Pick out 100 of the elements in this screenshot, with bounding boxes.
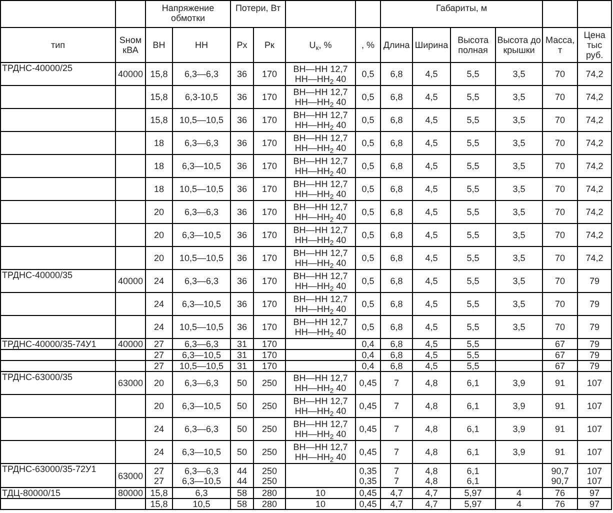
table-cell: 70	[542, 246, 578, 270]
table-cell: 4,5	[412, 154, 451, 178]
cell-text: ВН—НН 12,7	[292, 442, 349, 452]
table-cell: 67	[542, 350, 578, 360]
table-cell: 70	[542, 62, 578, 86]
cell-text: ВН—НН 12,7	[292, 156, 349, 166]
table-cell: 5,5	[450, 338, 496, 350]
table-cell: 6,3—6,3	[172, 418, 231, 440]
table-cell: 6,8	[380, 86, 413, 108]
table-cell: 6,8	[380, 178, 413, 200]
table-cell: 5,97	[450, 488, 496, 498]
table-cell: 6,3—6,3	[172, 372, 231, 394]
table-cell: 3,9	[496, 418, 543, 440]
table-cell: 4,5	[412, 270, 451, 292]
table-cell: 36	[230, 270, 254, 292]
table-cell: 97	[578, 488, 612, 498]
table-cell: 40000	[116, 270, 146, 292]
table-cell: 5,5	[450, 200, 496, 224]
table-cell: 3,5	[496, 108, 543, 132]
cell-text: 90,7	[550, 466, 570, 476]
cell-text: 4,8	[424, 466, 439, 476]
cell-text: НН—НН$_{2}$ 40	[294, 327, 348, 337]
cell-text: НН—НН$_{2}$ 40	[294, 189, 348, 199]
table-cell: 24	[146, 270, 172, 292]
table-cell: 74,2	[578, 108, 612, 132]
table-cell: 0,5	[356, 200, 381, 224]
table-cell: 6,3—6,3	[172, 338, 231, 350]
table-cell: 70	[542, 292, 578, 316]
table-cell: 170	[254, 132, 286, 154]
cell-text: 44	[236, 466, 248, 476]
cell-text: НН—НН$_{2}$ 40	[294, 258, 348, 268]
table-cell: 50	[230, 372, 254, 394]
table-cell: 4,7	[412, 498, 451, 510]
table-cell: 6,8	[380, 316, 413, 338]
table-cell: 250	[254, 440, 286, 464]
column-header: ВН	[146, 28, 172, 62]
table-cell: 10,5—10,5	[172, 316, 231, 338]
cell-text: НН—НН$_{2}$ 40	[294, 166, 348, 176]
table-cell: 3,9	[496, 440, 543, 464]
table-cell: 70	[542, 200, 578, 224]
table-cell: 170	[254, 62, 286, 86]
table-cell: 10,5—10,5	[172, 178, 231, 200]
table-cell: 4,7	[412, 488, 451, 498]
table-cell: 6,3—10,5	[172, 154, 231, 178]
table-cell: 3,9	[496, 372, 543, 394]
table-cell: 4,8	[412, 372, 451, 394]
table-cell: 20	[146, 200, 172, 224]
table-cell: 36	[230, 292, 254, 316]
cell-text: 6,1	[466, 466, 480, 476]
table-cell: 0,45	[356, 488, 381, 498]
table-cell: 6,3—10,5	[172, 440, 231, 464]
table-cell: 74,2	[578, 224, 612, 246]
column-header: Масса, т	[542, 28, 578, 62]
table-cell: 24	[146, 316, 172, 338]
table-cell: 20	[146, 372, 172, 394]
table-cell: 63000	[116, 464, 146, 488]
cell-text: НН—НН$_{2}$ 40	[294, 281, 348, 291]
column-header: Высота до крышки	[496, 28, 543, 62]
table-cell: 91	[542, 372, 578, 394]
table-cell: 0,45	[356, 440, 381, 464]
table-cell: 4,5	[412, 224, 451, 246]
cell-text: 27	[152, 476, 165, 486]
table-cell: 3,5	[496, 62, 543, 86]
table-cell: 6,3—6,3	[172, 270, 231, 292]
cell-text: НН—НН$_{2}$ 40	[294, 74, 348, 84]
table-cell: 170	[254, 360, 286, 372]
table-cell: ТРДНС-63000/35	[0, 372, 116, 394]
table-cell: 0,45	[356, 394, 381, 418]
table-cell: 0,5	[356, 86, 381, 108]
table-cell: 36	[230, 154, 254, 178]
table-cell: 107	[578, 372, 612, 394]
table-cell: 27	[146, 350, 172, 360]
table-cell: 170	[254, 338, 286, 350]
table-cell: 50	[230, 394, 254, 418]
table-cell: 250	[254, 372, 286, 394]
table-cell: 15,8	[146, 108, 172, 132]
table-cell: 20	[146, 246, 172, 270]
table-cell: 0,5	[356, 316, 381, 338]
table-cell: 6,8	[380, 132, 413, 154]
table-cell: 0,45	[356, 418, 381, 440]
table-cell: 15,8	[146, 488, 172, 498]
cell-text: 7	[393, 466, 400, 476]
table-cell: 24	[146, 418, 172, 440]
table-cell: 79	[578, 270, 612, 292]
table-cell: 67	[542, 360, 578, 372]
table-cell: 79	[578, 338, 612, 350]
table-cell: 15,8	[146, 86, 172, 108]
table-cell: 3,5	[496, 246, 543, 270]
table-cell: 0,45	[356, 498, 381, 510]
column-header: Ширина	[412, 28, 451, 62]
table-cell: 20	[146, 394, 172, 418]
table-cell: 4,8	[412, 394, 451, 418]
table-cell: 70	[542, 132, 578, 154]
table-cell: 70	[542, 108, 578, 132]
table-cell: 5,5	[450, 178, 496, 200]
table-cell: 170	[254, 292, 286, 316]
table-cell: 18	[146, 132, 172, 154]
table-cell: 170	[254, 178, 286, 200]
table-cell: 5,5	[450, 316, 496, 338]
table-cell: 74,2	[578, 154, 612, 178]
